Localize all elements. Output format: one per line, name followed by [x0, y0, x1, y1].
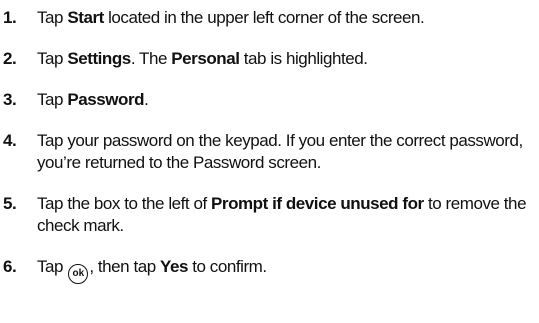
step-text-fragment: Tap [37, 49, 68, 68]
step-text: Tap your password on the keypad. If you … [37, 130, 539, 174]
instruction-steps: 1. Tap Start located in the upper left co… [0, 0, 539, 296]
emphasis-term: Prompt if device unused for [211, 194, 424, 213]
step-text: Tap ok, then tap Yes to confirm. [37, 256, 539, 284]
step-text-fragment: Tap your password on the keypad. If you … [37, 131, 523, 172]
step-text-fragment: located in the upper left corner of the … [103, 8, 425, 27]
step-text: Tap the box to the left of Prompt if dev… [37, 193, 539, 237]
step-item: 2. Tap Settings. The Personal tab is high… [0, 41, 539, 70]
emphasis-term: Personal [171, 49, 240, 68]
step-text-fragment: to confirm. [187, 257, 267, 276]
step-text: Tap Start located in the upper left corn… [37, 7, 539, 29]
step-number: 4. [3, 131, 17, 150]
emphasis-term: Start [67, 8, 104, 27]
step-number: 2. [3, 49, 17, 68]
step-text-fragment: Tap [37, 90, 68, 109]
step-text: Tap Settings. The Personal tab is highli… [37, 48, 539, 70]
step-text-fragment: . The [130, 49, 172, 68]
emphasis-term: Yes [160, 257, 188, 276]
step-text-fragment: Tap [37, 257, 68, 276]
step-item: 6. Tap ok, then tap Yes to confirm. [0, 249, 539, 284]
emphasis-term: Settings [67, 49, 131, 68]
step-text: Tap Password. [37, 89, 539, 111]
step-number: 6. [3, 257, 17, 276]
step-text-fragment: . [144, 90, 149, 109]
step-number: 3. [3, 90, 17, 109]
step-number: 5. [3, 194, 17, 213]
step-text-fragment: tab is highlighted. [239, 49, 368, 68]
step-item: 5. Tap the box to the left of Prompt if d… [0, 186, 539, 237]
emphasis-term: Password [67, 90, 145, 109]
step-item: 4. Tap your password on the keypad. If yo… [0, 123, 539, 174]
step-number: 1. [3, 8, 17, 27]
step-text-fragment: , then tap [89, 257, 161, 276]
step-item: 1. Tap Start located in the upper left co… [0, 0, 539, 29]
step-item: 3. Tap Password. [0, 82, 539, 111]
step-text-fragment: Tap the box to the left of [37, 194, 212, 213]
ok-icon: ok [68, 264, 89, 284]
step-text-fragment: Tap [37, 8, 68, 27]
